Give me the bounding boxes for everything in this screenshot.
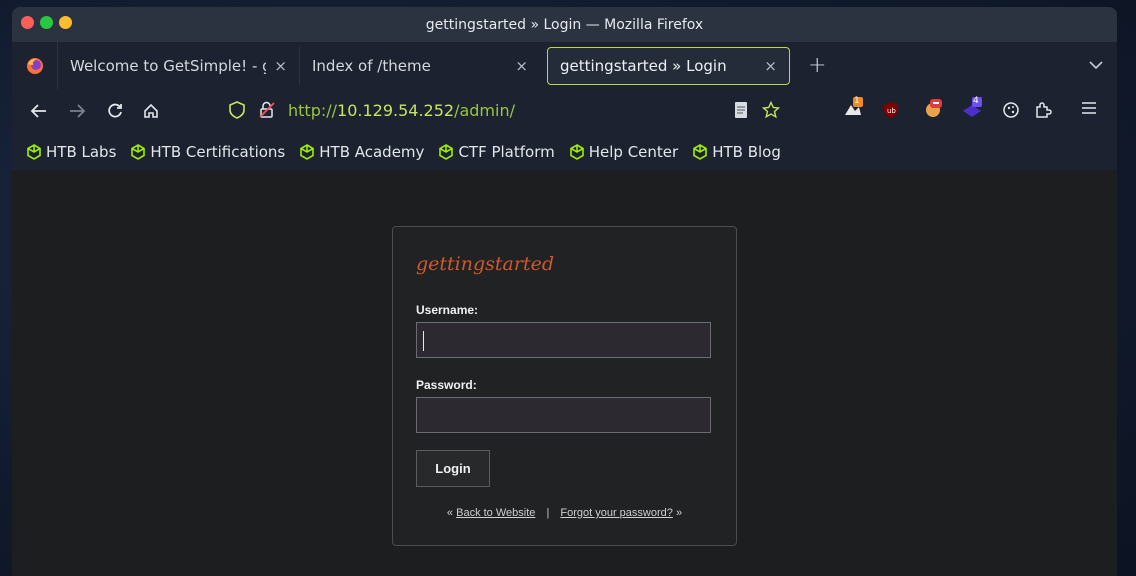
tab-close-icon[interactable]: × [274, 57, 287, 75]
links-separator: | [546, 507, 550, 519]
bookmark-htb-academy[interactable]: HTB Academy [299, 143, 424, 161]
extensions-puzzle-icon[interactable] [1028, 101, 1058, 119]
page-content: gettingstarted Username: Password: Login… [12, 170, 1117, 576]
tab-login-active[interactable]: gettingstarted » Login × [547, 46, 790, 85]
hackthebox-cube-icon [300, 143, 315, 160]
tab-label: Index of /theme [312, 56, 431, 75]
bookmark-star-icon[interactable] [756, 101, 786, 119]
tab-welcome[interactable]: Welcome to GetSimple! - getting × [58, 46, 300, 85]
tab-close-icon[interactable]: × [515, 57, 528, 75]
password-input[interactable] [416, 397, 711, 433]
tab-label: gettingstarted » Login [560, 56, 727, 75]
bookmark-htb-certifications[interactable]: HTB Certifications [130, 143, 285, 161]
list-all-tabs-icon[interactable] [1089, 55, 1103, 74]
url-bar[interactable]: http://10.129.54.252/admin/ [288, 101, 515, 120]
bookmark-help-center[interactable]: Help Center [569, 143, 678, 161]
window-controls [21, 16, 72, 29]
tab-close-icon[interactable]: × [764, 57, 777, 75]
hackthebox-cube-icon [131, 143, 146, 160]
url-scheme: http:// [288, 101, 338, 120]
new-tab-button[interactable]: + [808, 53, 826, 78]
tab-bar: Welcome to GetSimple! - getting × Index … [12, 42, 1117, 89]
maximize-window-button[interactable] [40, 16, 53, 29]
title-bar: gettingstarted » Login — Mozilla Firefox [12, 7, 1117, 42]
menu-hamburger-icon[interactable] [1074, 101, 1104, 115]
shield-icon[interactable] [222, 101, 252, 119]
bookmarks-toolbar: HTB Labs HTB Certifications HTB Academy … [12, 133, 1117, 170]
username-input[interactable] [416, 322, 711, 358]
extension-badge: 1 [854, 96, 860, 106]
forward-icon[interactable] [62, 103, 92, 119]
forgot-password-link[interactable]: Forgot your password? [560, 507, 673, 519]
username-label: Username: [416, 303, 479, 317]
navigation-bar: http://10.129.54.252/admin/ 1 ub 4 [12, 89, 1117, 133]
reader-view-icon[interactable] [726, 101, 756, 119]
ublock-origin-icon[interactable]: ub [876, 101, 906, 119]
minimize-window-button[interactable] [59, 16, 72, 29]
extension-wappalyzer-icon[interactable]: 4 [957, 96, 987, 121]
tab-index-theme[interactable]: Index of /theme × [300, 47, 540, 85]
hackthebox-cube-icon [693, 143, 707, 160]
text-caret [423, 331, 424, 351]
bookmark-ctf-platform[interactable]: CTF Platform [438, 142, 555, 161]
links-prefix: « [446, 507, 454, 519]
url-path: /admin/ [454, 101, 515, 120]
back-icon[interactable] [24, 103, 54, 119]
password-label: Password: [416, 378, 477, 392]
links-suffix: » [675, 507, 683, 519]
extension-cookie-editor-icon[interactable] [918, 97, 948, 119]
reload-icon[interactable] [100, 102, 130, 120]
bookmark-label: HTB Academy [319, 142, 425, 161]
extension-badge: 4 [973, 96, 979, 106]
bookmark-label: Help Center [588, 142, 679, 161]
cookie-icon[interactable] [996, 101, 1026, 119]
window-title: gettingstarted » Login — Mozilla Firefox [425, 16, 704, 33]
login-button[interactable]: Login [416, 450, 490, 487]
close-window-button[interactable] [21, 16, 34, 29]
hackthebox-cube-icon [569, 143, 584, 160]
home-icon[interactable] [136, 102, 166, 120]
login-links: « Back to Website | Forgot your password… [393, 507, 736, 519]
bookmark-htb-blog[interactable]: HTB Blog [692, 143, 781, 161]
bookmark-label: HTB Blog [712, 142, 781, 161]
hackthebox-cube-icon [439, 143, 454, 160]
bookmark-label: HTB Certifications [150, 142, 286, 161]
login-form: gettingstarted Username: Password: Login… [392, 226, 737, 546]
url-host: 10.129.54.252 [337, 101, 455, 120]
bookmark-label: HTB Labs [46, 142, 117, 161]
firefox-icon[interactable] [12, 42, 58, 89]
bookmark-htb-labs[interactable]: HTB Labs [26, 143, 116, 161]
hackthebox-cube-icon [27, 143, 41, 160]
insecure-lock-icon[interactable] [252, 101, 282, 119]
site-name: gettingstarted [416, 253, 554, 275]
tab-label: Welcome to GetSimple! - getting [70, 56, 266, 75]
browser-window: gettingstarted » Login — Mozilla Firefox… [12, 7, 1117, 576]
svg-text:ub: ub [887, 107, 896, 115]
extension-foxyproxy-icon[interactable]: 1 [838, 96, 868, 121]
back-to-website-link[interactable]: Back to Website [456, 507, 535, 519]
bookmark-label: CTF Platform [458, 142, 555, 161]
